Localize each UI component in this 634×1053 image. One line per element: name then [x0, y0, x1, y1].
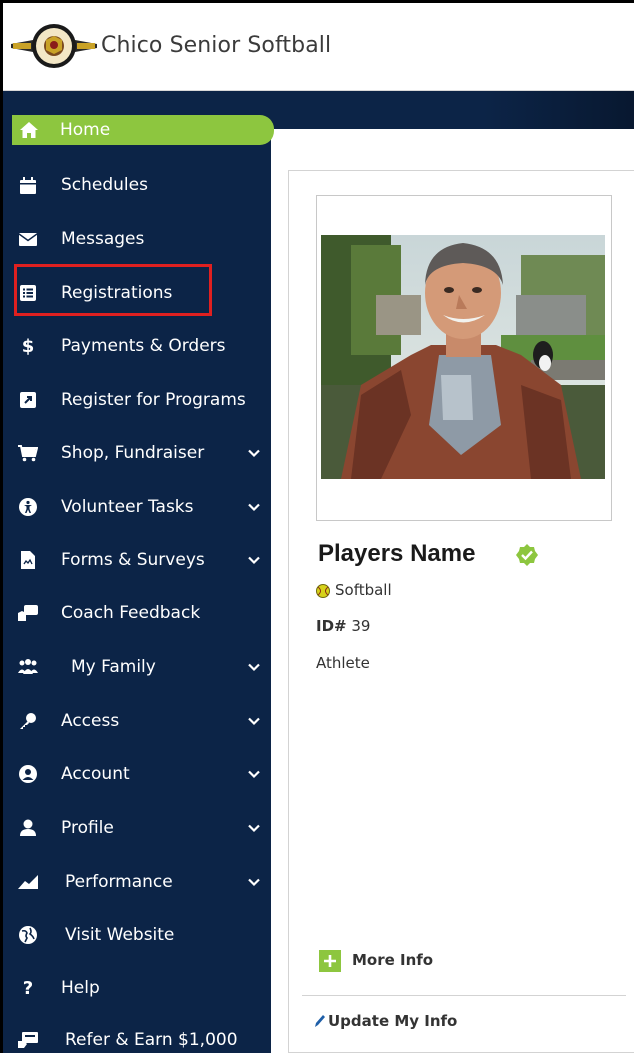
sidebar-item-visit-website[interactable]: Visit Website: [3, 915, 271, 955]
volunteer-icon: [17, 497, 39, 517]
header-strip: [271, 91, 634, 129]
chevron-down-icon: [248, 663, 260, 672]
globe-icon: [17, 925, 39, 945]
sidebar-item-label: Account: [61, 764, 130, 784]
feedback-icon: [17, 603, 39, 623]
player-id: ID# 39: [316, 617, 376, 635]
sidebar-item-label: My Family: [71, 657, 156, 677]
chevron-down-icon: [248, 449, 260, 458]
verified-badge-icon: [516, 544, 538, 566]
sidebar-item-label: Profile: [61, 818, 114, 838]
sidebar-item-register-programs[interactable]: Register for Programs: [3, 380, 271, 420]
sidebar-item-forms-surveys[interactable]: Forms & Surveys: [3, 540, 271, 580]
sidebar-item-label: Messages: [61, 229, 145, 249]
sidebar-item-registrations[interactable]: Registrations: [3, 273, 271, 313]
sidebar-item-volunteer-tasks[interactable]: Volunteer Tasks: [3, 487, 271, 527]
sidebar-item-label: Refer & Earn $1,000: [65, 1030, 238, 1050]
question-icon: ?: [22, 977, 34, 999]
player-role: Athlete: [316, 654, 370, 672]
sidebar-item-refer-earn[interactable]: Refer & Earn $1,000: [3, 1020, 271, 1053]
more-info-button[interactable]: More Info: [352, 951, 433, 969]
sport-label: Softball: [335, 581, 392, 599]
sidebar-item-access[interactable]: Access: [3, 701, 271, 741]
id-label: ID#: [316, 617, 347, 635]
pencil-icon: [315, 1015, 325, 1027]
plus-icon[interactable]: [319, 950, 341, 972]
dollar-icon: $: [21, 335, 35, 357]
user-circle-icon: [17, 764, 39, 784]
sidebar-item-payments-orders[interactable]: $ Payments & Orders: [3, 326, 271, 366]
sidebar-item-label: Schedules: [61, 175, 148, 195]
profile-photo[interactable]: [321, 235, 605, 479]
document-icon: [17, 550, 39, 570]
sidebar-item-account[interactable]: Account: [3, 754, 271, 794]
sidebar-item-home[interactable]: Home: [12, 115, 274, 145]
sidebar-item-schedules[interactable]: Schedules: [3, 165, 271, 205]
league-logo[interactable]: [11, 22, 97, 70]
sidebar-item-label: Registrations: [61, 283, 173, 303]
chevron-down-icon: [248, 770, 260, 779]
chevron-down-icon: [248, 717, 260, 726]
cart-icon: [17, 443, 39, 463]
user-icon: [17, 818, 39, 838]
app-frame: Chico Senior Softball Home Schedules Mes…: [3, 3, 634, 1053]
chevron-down-icon: [248, 878, 260, 887]
family-icon: [17, 657, 39, 677]
sidebar-item-help[interactable]: ? Help: [3, 968, 271, 1008]
key-icon: [17, 711, 39, 731]
brand-name[interactable]: Chico Senior Softball: [101, 33, 331, 58]
sidebar-item-label: Visit Website: [65, 925, 175, 945]
sidebar-item-messages[interactable]: Messages: [3, 219, 271, 259]
sidebar-item-coach-feedback[interactable]: Coach Feedback: [3, 593, 271, 633]
sidebar-item-label: Forms & Surveys: [61, 550, 205, 570]
refer-icon: [17, 1030, 39, 1050]
sidebar-item-label: Payments & Orders: [61, 336, 226, 356]
chevron-down-icon: [248, 503, 260, 512]
sidebar-item-label: Volunteer Tasks: [61, 497, 194, 517]
home-icon: [18, 120, 40, 140]
softball-icon: [316, 584, 330, 598]
update-my-info-link[interactable]: Update My Info: [328, 1012, 457, 1030]
chart-icon: [17, 872, 39, 892]
sidebar-item-label: Access: [61, 711, 120, 731]
calendar-icon: [17, 175, 39, 195]
card-divider: [302, 995, 626, 996]
sidebar-item-label: Shop, Fundraiser: [61, 443, 205, 463]
sidebar-item-my-family[interactable]: My Family: [3, 647, 271, 687]
sidebar-item-label: Register for Programs: [61, 390, 246, 410]
player-name: Players Name: [318, 540, 476, 567]
chevron-down-icon: [248, 824, 260, 833]
sidebar-item-shop-fundraiser[interactable]: Shop, Fundraiser: [3, 433, 271, 473]
sidebar-item-label: Performance: [65, 872, 173, 892]
chevron-down-icon: [248, 556, 260, 565]
sidebar-item-label: Coach Feedback: [61, 603, 201, 623]
id-value: 39: [351, 617, 371, 635]
sidebar-item-label: Help: [61, 978, 100, 998]
sidebar-item-performance[interactable]: Performance: [3, 862, 271, 902]
sidebar-item-label: Home: [60, 120, 111, 140]
external-link-icon: [17, 390, 39, 410]
top-header: Chico Senior Softball: [3, 3, 634, 91]
envelope-icon: [17, 229, 39, 249]
sidebar-item-profile[interactable]: Profile: [3, 808, 271, 848]
list-icon: [17, 283, 39, 303]
